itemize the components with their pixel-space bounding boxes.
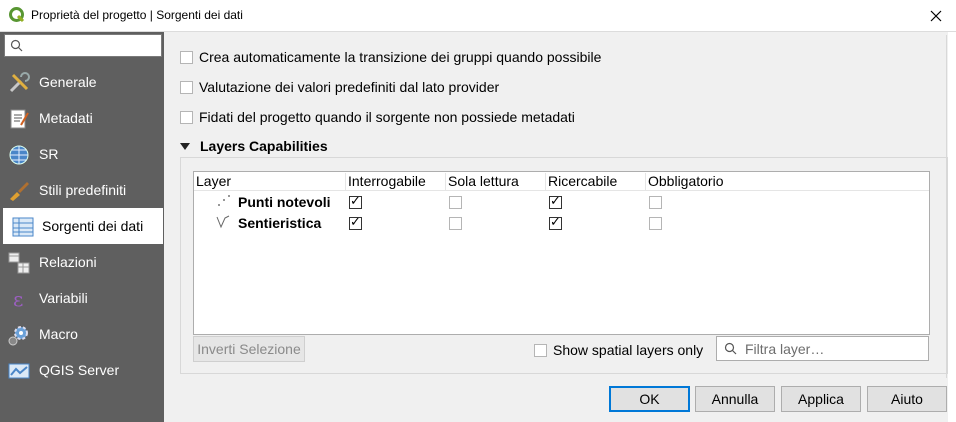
- close-button[interactable]: [924, 4, 948, 28]
- obbligatorio-checkbox[interactable]: [649, 215, 668, 231]
- sidebar-item-label: Variabili: [39, 290, 88, 306]
- sola-lettura-checkbox[interactable]: [449, 215, 468, 231]
- sidebar-item-label: Generale: [39, 74, 97, 90]
- sidebar-item-relazioni[interactable]: Relazioni: [0, 244, 164, 280]
- layer-name: Sentieristica: [238, 215, 322, 231]
- interrogabile-checkbox[interactable]: [349, 215, 368, 231]
- close-icon: [930, 10, 942, 22]
- option-label: Valutazione dei valori predefiniti dal l…: [199, 79, 500, 95]
- sidebar-item-label: Macro: [39, 326, 78, 342]
- sidebar-item-sr[interactable]: SR: [0, 136, 164, 172]
- layers-capabilities-table: Layer Interrogabile Sola lettura Ricerca…: [193, 171, 930, 335]
- ok-button[interactable]: OK: [609, 386, 690, 412]
- sidebar-search-input[interactable]: [4, 34, 162, 57]
- search-icon: [10, 39, 23, 52]
- sidebar: Generale Metadati SR Stili predefiniti S…: [0, 32, 164, 422]
- macro-gear-icon: [8, 326, 28, 346]
- metadata-icon: [10, 109, 29, 129]
- relations-icon: [8, 252, 30, 274]
- option-provider-defaults[interactable]: Valutazione dei valori predefiniti dal l…: [180, 79, 499, 99]
- column-header-sola-lettura[interactable]: Sola lettura: [446, 173, 546, 191]
- provider-defaults-checkbox[interactable]: [180, 81, 193, 94]
- option-auto-transaction[interactable]: Crea automaticamente la transizione dei …: [180, 49, 601, 69]
- sidebar-item-generale[interactable]: Generale: [0, 64, 164, 100]
- qgis-server-icon: [8, 363, 30, 379]
- spatial-layers-only-label: Show spatial layers only: [553, 342, 704, 358]
- globe-icon: [9, 145, 29, 165]
- ricercabile-checkbox[interactable]: [549, 194, 568, 210]
- sidebar-item-label: Sorgenti dei dati: [42, 218, 144, 234]
- variables-icon: ε: [13, 287, 23, 311]
- styles-brush-icon: [10, 182, 29, 201]
- spatial-layers-only-checkbox[interactable]: [534, 344, 547, 357]
- data-sources-page: Crea automaticamente la transizione dei …: [167, 35, 948, 378]
- table-header: Layer Interrogabile Sola lettura Ricerca…: [194, 172, 929, 191]
- cancel-button[interactable]: Annulla: [695, 386, 775, 412]
- column-header-ricercabile[interactable]: Ricercabile: [546, 173, 646, 191]
- line-layer-icon: [216, 215, 230, 229]
- sidebar-item-qgis-server[interactable]: QGIS Server: [0, 352, 164, 388]
- sidebar-item-label: SR: [39, 146, 59, 162]
- sidebar-item-variabili[interactable]: ε Variabili: [0, 280, 164, 316]
- svg-text:ε: ε: [13, 287, 23, 311]
- filter-layer-placeholder: Filtra layer…: [745, 341, 825, 357]
- table-row[interactable]: Punti notevoli: [194, 192, 929, 213]
- column-header-obbligatorio[interactable]: Obbligatorio: [646, 173, 746, 191]
- point-layer-icon: [218, 195, 230, 206]
- sidebar-item-macro[interactable]: Macro: [0, 316, 164, 352]
- auto-transaction-checkbox[interactable]: [180, 51, 193, 64]
- layers-capabilities-header[interactable]: Layers Capabilities: [180, 138, 328, 154]
- qgis-logo-icon: [9, 7, 25, 23]
- sola-lettura-checkbox[interactable]: [449, 194, 468, 210]
- sidebar-item-sorgenti-dei-dati[interactable]: Sorgenti dei dati: [3, 208, 163, 244]
- table-row[interactable]: Sentieristica: [194, 213, 929, 234]
- ricercabile-checkbox[interactable]: [549, 215, 568, 231]
- sidebar-item-label: Metadati: [39, 110, 93, 126]
- sidebar-item-label: QGIS Server: [39, 362, 120, 378]
- column-header-interrogabile[interactable]: Interrogabile: [346, 173, 446, 191]
- general-tools-icon: [9, 72, 30, 93]
- sidebar-item-metadati[interactable]: Metadati: [0, 100, 164, 136]
- help-button[interactable]: Aiuto: [867, 386, 947, 412]
- collapse-triangle-icon: [180, 143, 190, 150]
- spatial-layers-only-option[interactable]: Show spatial layers only: [534, 342, 703, 358]
- window-title: Proprietà del progetto | Sorgenti dei da…: [31, 8, 243, 22]
- group-title: Layers Capabilities: [200, 138, 328, 154]
- window-edge: [948, 32, 956, 422]
- title-bar: Proprietà del progetto | Sorgenti dei da…: [0, 0, 956, 32]
- sidebar-item-label: Relazioni: [39, 254, 97, 270]
- apply-button[interactable]: Applica: [781, 386, 861, 412]
- option-trust-project[interactable]: Fidati del progetto quando il sorgente n…: [180, 109, 575, 129]
- sidebar-item-stili-predefiniti[interactable]: Stili predefiniti: [0, 172, 164, 208]
- search-icon: [724, 342, 737, 355]
- data-sources-icon: [12, 217, 34, 237]
- filter-layer-input[interactable]: Filtra layer…: [716, 336, 929, 361]
- interrogabile-checkbox[interactable]: [349, 194, 368, 210]
- option-label: Fidati del progetto quando il sorgente n…: [199, 109, 575, 125]
- trust-project-checkbox[interactable]: [180, 111, 193, 124]
- option-label: Crea automaticamente la transizione dei …: [199, 49, 602, 65]
- sidebar-item-label: Stili predefiniti: [39, 182, 127, 198]
- invert-selection-button[interactable]: Inverti Selezione: [193, 336, 305, 362]
- column-header-layer[interactable]: Layer: [194, 173, 346, 191]
- layer-name: Punti notevoli: [238, 194, 331, 210]
- obbligatorio-checkbox[interactable]: [649, 194, 668, 210]
- content-panel: Crea automaticamente la transizione dei …: [164, 32, 956, 422]
